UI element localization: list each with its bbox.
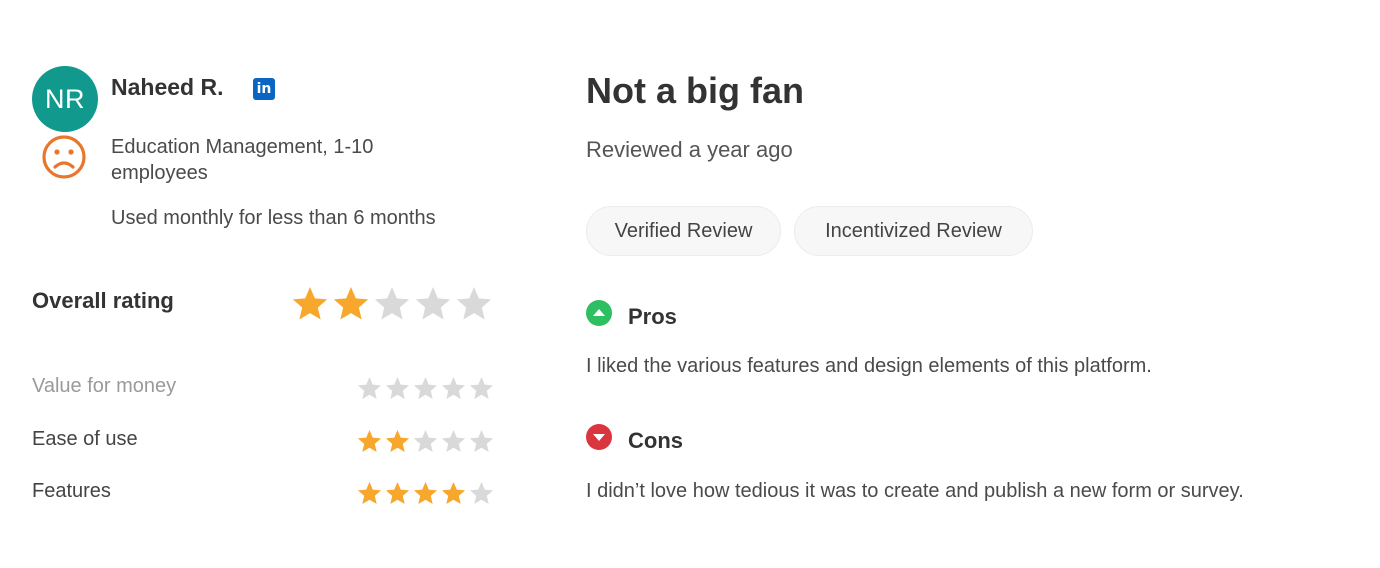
verified-review-badge: Verified Review — [586, 206, 781, 256]
overall-star-empty-icon — [456, 287, 492, 320]
review-title: Not a big fan — [586, 70, 804, 111]
frown-face-icon — [42, 135, 86, 179]
reviewer-avatar: NR — [32, 66, 98, 132]
overall-rating-label: Overall rating — [32, 288, 174, 313]
rating-stars-ease-of-use — [356, 428, 496, 455]
rating-2-star-filled-icon — [413, 482, 438, 504]
rating-2-star-filled-icon — [441, 482, 466, 504]
overall-rating-stars — [290, 284, 495, 324]
linkedin-icon[interactable]: in — [253, 78, 275, 100]
rating-label-ease-of-use: Ease of use — [32, 428, 138, 450]
rating-1-star-empty-icon — [413, 430, 438, 452]
rating-1-star-empty-icon — [469, 430, 494, 452]
rating-2-star-empty-icon — [469, 482, 494, 504]
review-date: Reviewed a year ago — [586, 137, 793, 162]
rating-label-features: Features — [32, 480, 111, 502]
cons-title: Cons — [628, 428, 683, 453]
reviewer-name[interactable]: Naheed R. — [111, 74, 223, 101]
pros-icon — [586, 300, 612, 326]
pros-text: I liked the various features and design … — [586, 355, 1152, 377]
rating-label-value-for-money: Value for money — [32, 375, 177, 397]
reviewer-industry: Education Management, 1-10 employees — [111, 136, 374, 184]
cons-icon — [586, 424, 612, 450]
rating-2-star-filled-icon — [385, 482, 410, 504]
rating-stars-value-for-money — [356, 375, 496, 402]
rating-1-star-filled-icon — [357, 430, 382, 452]
overall-star-empty-icon — [374, 287, 410, 320]
rating-0-star-empty-icon — [469, 377, 494, 399]
cons-text: I didn’t love how tedious it was to crea… — [586, 480, 1244, 502]
overall-star-filled-icon — [333, 287, 369, 320]
overall-star-filled-icon — [292, 287, 328, 320]
rating-1-star-filled-icon — [385, 430, 410, 452]
rating-stars-features — [356, 480, 496, 507]
rating-1-star-empty-icon — [441, 430, 466, 452]
rating-0-star-empty-icon — [385, 377, 410, 399]
reviewer-usage: Used monthly for less than 6 months — [111, 207, 436, 229]
rating-0-star-empty-icon — [441, 377, 466, 399]
rating-0-star-empty-icon — [357, 377, 382, 399]
overall-star-empty-icon — [415, 287, 451, 320]
rating-2-star-filled-icon — [357, 482, 382, 504]
incentivized-review-badge: Incentivized Review — [794, 206, 1033, 256]
bottom-clip — [0, 532, 560, 568]
pros-title: Pros — [628, 304, 677, 329]
rating-0-star-empty-icon — [413, 377, 438, 399]
